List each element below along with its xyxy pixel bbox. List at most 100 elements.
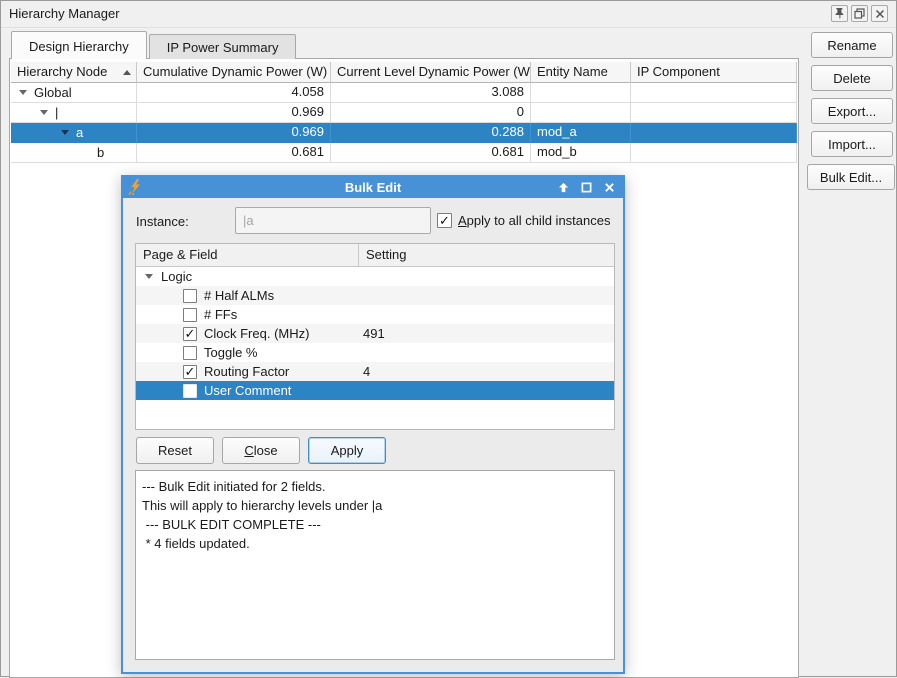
rename-button[interactable]: Rename (811, 32, 893, 58)
apply-to-children-option[interactable]: Apply to all child instances (437, 213, 610, 228)
delete-button[interactable]: Delete (811, 65, 893, 91)
field-row-logic[interactable]: Logic (136, 267, 614, 286)
field-column-header-setting[interactable]: Setting (359, 244, 614, 266)
field-label: Toggle % (204, 345, 257, 360)
bulk-edit-titlebar[interactable]: Bulk Edit (123, 177, 623, 198)
node-label: | (55, 105, 58, 120)
hierarchy-manager-window: Hierarchy Manager Design HierarchyIP Pow… (0, 0, 897, 677)
hierarchy-node-cell: | (11, 103, 137, 123)
field-label-cell: Clock Freq. (MHz) (136, 324, 359, 343)
hierarchy-node-cell: Global (11, 83, 137, 103)
entity-name-cell: mod_b (531, 143, 631, 163)
expander-icon[interactable] (145, 274, 153, 279)
field-label: Routing Factor (204, 364, 289, 379)
window-titlebar[interactable]: Hierarchy Manager (1, 1, 896, 28)
field-label-cell: # FFs (136, 305, 359, 324)
field-row-clock-freq-mhz[interactable]: Clock Freq. (MHz)491 (136, 324, 614, 343)
bulk-edit-log: --- Bulk Edit initiated for 2 fields.Thi… (135, 470, 615, 660)
entity-name-cell: mod_a (531, 123, 631, 143)
ip-component-cell (631, 123, 797, 143)
ip-component-cell (631, 143, 797, 163)
field-label-cell: # Half ALMs (136, 286, 359, 305)
cumulative-power-cell: 4.058 (137, 83, 331, 103)
reset-button[interactable]: Reset (136, 437, 214, 464)
column-header-current-level-dynamic-power-w[interactable]: Current Level Dynamic Power (W) (331, 62, 531, 83)
field-setting-cell[interactable]: 4 (359, 364, 614, 379)
maximize-icon[interactable] (578, 180, 594, 196)
column-header-cumulative-dynamic-power-w[interactable]: Cumulative Dynamic Power (W) (137, 62, 331, 83)
field-row-ffs[interactable]: # FFs (136, 305, 614, 324)
close-button[interactable]: Close (222, 437, 300, 464)
hierarchy-table: Hierarchy NodeCumulative Dynamic Power (… (11, 62, 797, 163)
routing-factor-checkbox[interactable] (183, 365, 197, 379)
field-label-cell: Logic (136, 267, 359, 286)
field-row-routing-factor[interactable]: Routing Factor 4 (136, 362, 614, 381)
node-label: a (76, 125, 83, 140)
node-label: b (97, 145, 104, 160)
field-label-cell: Toggle % (136, 343, 359, 362)
toggle-checkbox[interactable] (183, 346, 197, 360)
hierarchy-table-header: Hierarchy NodeCumulative Dynamic Power (… (11, 62, 797, 83)
field-row-user-comment[interactable]: User Comment (136, 381, 614, 400)
expander-icon[interactable] (19, 90, 27, 95)
current-power-cell: 0.681 (331, 143, 531, 163)
log-line: * 4 fields updated. (142, 534, 608, 553)
log-line: --- Bulk Edit initiated for 2 fields. (142, 477, 608, 496)
pin-icon[interactable] (831, 5, 848, 22)
close-icon[interactable] (871, 5, 888, 22)
field-label: User Comment (204, 383, 291, 398)
log-line: This will apply to hierarchy levels unde… (142, 496, 608, 515)
ip-component-cell (631, 103, 797, 123)
field-table-body: Logic # Half ALMs # FFs Clock Freq. (MHz)49… (136, 267, 614, 400)
column-header-ip-component[interactable]: IP Component (631, 62, 797, 83)
tab-design-hierarchy[interactable]: Design Hierarchy (11, 31, 147, 59)
dialog-title: Bulk Edit (123, 180, 623, 195)
field-label-cell: User Comment (136, 381, 359, 400)
expander-icon[interactable] (40, 110, 48, 115)
field-column-header-page-field[interactable]: Page & Field (136, 244, 359, 266)
dialog-controls (555, 177, 617, 198)
table-row-global[interactable]: Global 4.0583.088 (11, 83, 797, 103)
sort-ascending-icon (123, 70, 131, 75)
field-label: Logic (161, 269, 192, 284)
current-power-cell: 0 (331, 103, 531, 123)
clock-freq-mhz-checkbox[interactable] (183, 327, 197, 341)
expander-icon[interactable] (61, 130, 69, 135)
tab-bar: Design HierarchyIP Power Summary (11, 31, 298, 59)
dialog-button-row: Reset Close Apply (136, 437, 386, 464)
bulk-edit-button[interactable]: Bulk Edit... (807, 164, 895, 190)
half-alms-checkbox[interactable] (183, 289, 197, 303)
field-label: # Half ALMs (204, 288, 274, 303)
close-icon[interactable] (601, 180, 617, 196)
table-row-[interactable]: | 0.9690 (11, 103, 797, 123)
field-row-toggle[interactable]: Toggle % (136, 343, 614, 362)
field-label: # FFs (204, 307, 237, 322)
apply-to-children-label: Apply to all child instances (458, 213, 610, 228)
node-label: Global (34, 85, 72, 100)
table-row-b[interactable]: b0.6810.681mod_b (11, 143, 797, 163)
bulk-edit-field-table: Page & FieldSetting Logic # Half ALMs # FF… (135, 243, 615, 430)
table-row-a[interactable]: a0.9690.288mod_a (11, 123, 797, 143)
arrow-up-icon[interactable] (555, 180, 571, 196)
column-header-hierarchy-node[interactable]: Hierarchy Node (11, 62, 137, 83)
apply-button[interactable]: Apply (308, 437, 386, 464)
user-comment-checkbox[interactable] (183, 384, 197, 398)
float-icon[interactable] (851, 5, 868, 22)
field-setting-cell[interactable]: 491 (359, 326, 614, 341)
window-controls (831, 5, 888, 22)
current-power-cell: 0.288 (331, 123, 531, 143)
cumulative-power-cell: 0.681 (137, 143, 331, 163)
ffs-checkbox[interactable] (183, 308, 197, 322)
cumulative-power-cell: 0.969 (137, 103, 331, 123)
column-header-entity-name[interactable]: Entity Name (531, 62, 631, 83)
instance-input[interactable] (235, 207, 431, 234)
tab-ip-power-summary[interactable]: IP Power Summary (149, 34, 297, 59)
export-button[interactable]: Export... (811, 98, 893, 124)
hierarchy-node-cell: a (11, 123, 137, 143)
field-label-cell: Routing Factor (136, 362, 359, 381)
import-button[interactable]: Import... (811, 131, 893, 157)
apply-to-children-checkbox[interactable] (437, 213, 452, 228)
entity-name-cell (531, 103, 631, 123)
current-power-cell: 3.088 (331, 83, 531, 103)
field-row-half-alms[interactable]: # Half ALMs (136, 286, 614, 305)
